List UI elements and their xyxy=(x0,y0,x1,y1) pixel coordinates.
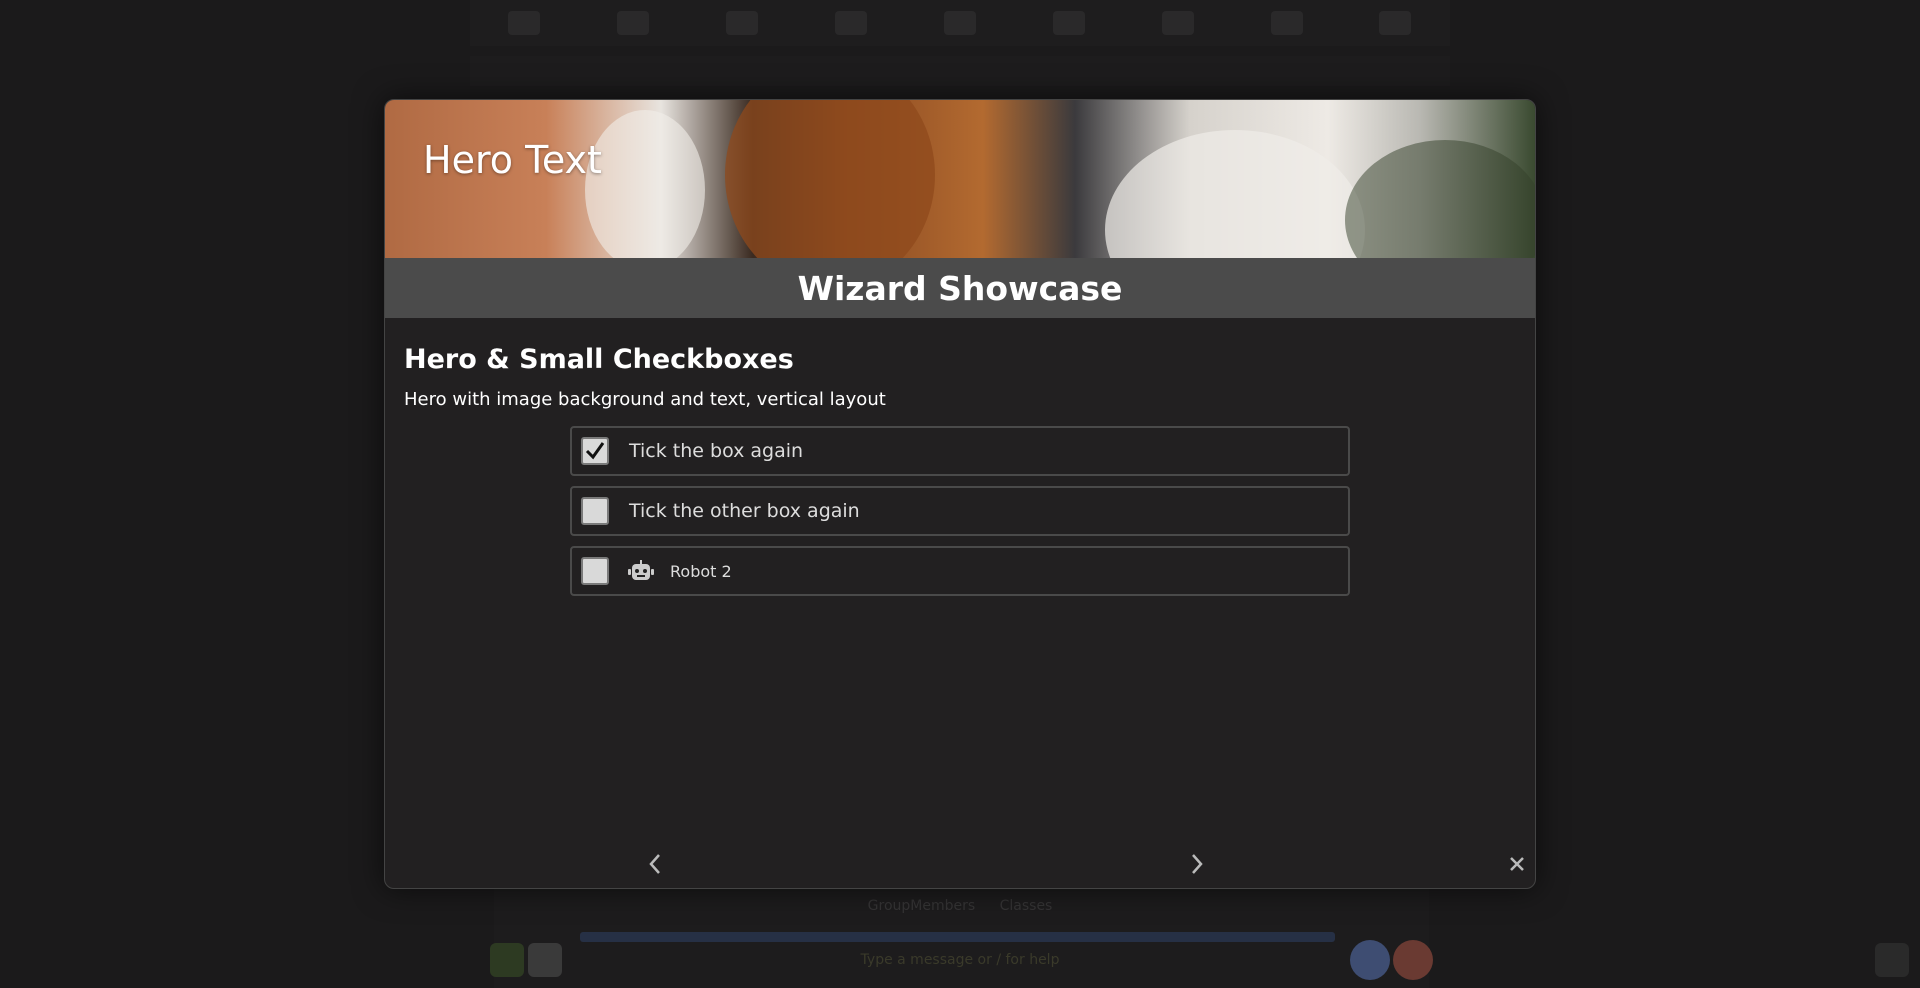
background-corner-button xyxy=(1875,943,1909,977)
next-button[interactable] xyxy=(1179,846,1215,882)
hero-banner: Hero Text xyxy=(385,100,1535,258)
close-button[interactable] xyxy=(1499,846,1535,882)
checkbox-list: Tick the box again Tick the other box ag… xyxy=(570,426,1350,596)
section-heading: Hero & Small Checkboxes xyxy=(404,344,794,375)
wizard-title-bar: Wizard Showcase xyxy=(385,258,1535,318)
wizard-title: Wizard Showcase xyxy=(797,268,1123,308)
checkbox-item[interactable]: Tick the box again xyxy=(570,426,1350,476)
background-link: Classes xyxy=(999,898,1053,914)
background-subbar xyxy=(470,56,1450,86)
chevron-right-icon xyxy=(1192,854,1203,874)
checkbox-checked[interactable] xyxy=(581,437,609,465)
background-attach-icon xyxy=(490,943,524,977)
background-input-hint: Type a message or / for help xyxy=(860,952,1060,968)
checkbox-unchecked[interactable] xyxy=(581,497,609,525)
checkbox-unchecked[interactable] xyxy=(581,557,609,585)
background-toolbar xyxy=(470,0,1450,46)
previous-button[interactable] xyxy=(637,846,673,882)
background-progress xyxy=(580,932,1335,942)
wizard-content: Hero & Small Checkboxes Hero with image … xyxy=(385,318,1535,630)
background-edit-icon xyxy=(528,943,562,977)
checkmark-icon xyxy=(585,442,605,460)
chevron-left-icon xyxy=(649,854,660,874)
section-description: Hero with image background and text, ver… xyxy=(404,389,886,410)
checkbox-label: Tick the other box again xyxy=(629,500,860,522)
close-icon xyxy=(1510,857,1524,871)
checkbox-label: Tick the box again xyxy=(629,440,804,462)
background-send-button xyxy=(1350,940,1390,980)
wizard-modal: Hero Text Wizard Showcase Hero & Small C… xyxy=(384,99,1536,889)
wizard-nav xyxy=(385,838,1535,888)
background-link: GroupMembers xyxy=(867,898,976,914)
background-footer-links: GroupMembers Classes xyxy=(0,898,1920,914)
hero-text: Hero Text xyxy=(423,138,602,182)
robot-icon xyxy=(628,560,654,582)
background-stop-button xyxy=(1393,940,1433,980)
checkbox-item[interactable]: Robot 2 xyxy=(570,546,1350,596)
checkbox-item[interactable]: Tick the other box again xyxy=(570,486,1350,536)
checkbox-label: Robot 2 xyxy=(670,561,732,581)
